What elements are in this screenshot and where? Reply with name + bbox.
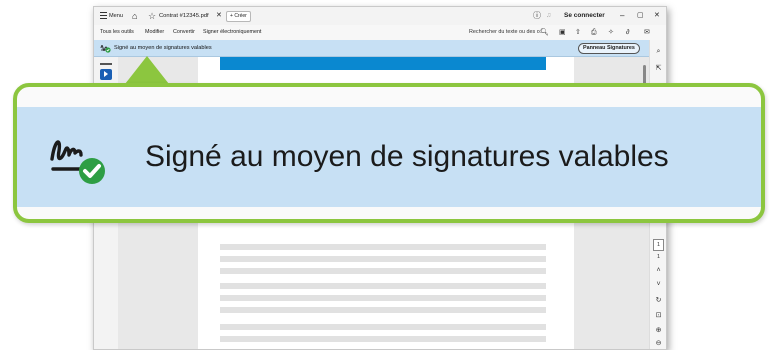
toolbar-all-tools[interactable]: Tous les outils: [100, 25, 134, 40]
maximize-icon[interactable]: ▢: [637, 7, 644, 25]
menu-button[interactable]: Menu: [100, 7, 123, 25]
tools-divider: [100, 63, 112, 65]
new-tab-button[interactable]: + Créer: [226, 11, 251, 22]
callout-signature-bar: Signé au moyen de signatures valables: [17, 107, 761, 207]
tab-title: Contrat #12345.pdf: [159, 13, 209, 19]
current-page-field[interactable]: 1: [653, 239, 664, 251]
text-line: [220, 283, 546, 289]
zoom-in-icon[interactable]: ⊕: [650, 326, 666, 334]
ai-assistant-icon[interactable]: ✧: [608, 25, 614, 40]
signature-panel-button[interactable]: Panneau Signatures: [578, 43, 640, 54]
page-fit-icon[interactable]: ⊡: [650, 311, 666, 319]
print-icon[interactable]: ⎙: [591, 25, 597, 40]
toolbar-edit[interactable]: Modifier: [145, 25, 164, 40]
rotate-icon[interactable]: ↻: [650, 296, 666, 304]
save-icon[interactable]: ▣: [559, 25, 566, 40]
text-line: [220, 336, 546, 342]
close-window-icon[interactable]: ✕: [654, 7, 660, 25]
help-icon[interactable]: ⓘ: [533, 7, 541, 25]
text-line: [220, 307, 546, 313]
text-line: [220, 324, 546, 330]
new-tab-label: Créer: [234, 13, 247, 19]
home-icon[interactable]: ⌂: [132, 7, 137, 25]
text-line: [220, 256, 546, 262]
signature-status-bar: Signé au moyen de signatures valables Pa…: [94, 40, 649, 57]
signature-valid-icon: [100, 45, 111, 53]
link-icon[interactable]: ∂: [626, 25, 629, 40]
callout-status-text: Signé au moyen de signatures valables: [145, 140, 669, 173]
minimize-icon[interactable]: –: [620, 7, 624, 25]
text-line: [220, 244, 546, 250]
zoom-out-icon[interactable]: ⊖: [650, 339, 666, 347]
upload-icon[interactable]: ⇧: [575, 25, 581, 40]
email-icon[interactable]: ✉: [644, 25, 650, 40]
text-line: [220, 295, 546, 301]
toolbar-e-sign[interactable]: Signer électroniquement: [203, 25, 261, 40]
hamburger-icon: [100, 12, 107, 20]
scroll-down-icon[interactable]: ˅: [650, 281, 666, 288]
zoom-callout: Signé au moyen de signatures valables: [13, 83, 765, 223]
search-icon[interactable]: 🔍︎: [540, 25, 549, 40]
star-icon[interactable]: ☆: [148, 7, 156, 25]
comment-icon[interactable]: ⌕: [650, 48, 666, 56]
page-header-band: [220, 57, 546, 70]
select-cursor-icon[interactable]: [100, 69, 112, 80]
total-pages: 1: [656, 254, 661, 260]
toolbar-convert[interactable]: Convertir: [173, 25, 195, 40]
signature-valid-icon: [50, 140, 105, 184]
scroll-up-icon[interactable]: ˄: [650, 267, 666, 274]
main-toolbar: Tous les outils Modifier Convertir Signe…: [94, 25, 666, 40]
signature-status-text: Signé au moyen de signatures valables: [114, 45, 212, 51]
callout-pointer: [125, 56, 169, 84]
menu-label: Menu: [109, 13, 123, 19]
text-line: [220, 268, 546, 274]
share-icon[interactable]: ⇱: [650, 64, 666, 72]
sign-in-button[interactable]: Se connecter: [564, 7, 605, 25]
title-bar: Menu ⌂ ☆ Contrat #12345.pdf ✕ + Créer ⓘ …: [94, 7, 666, 25]
search-input[interactable]: Rechercher du texte ou des o...: [469, 25, 544, 40]
bell-icon[interactable]: ♫: [546, 7, 551, 25]
close-tab-icon[interactable]: ✕: [216, 7, 222, 25]
